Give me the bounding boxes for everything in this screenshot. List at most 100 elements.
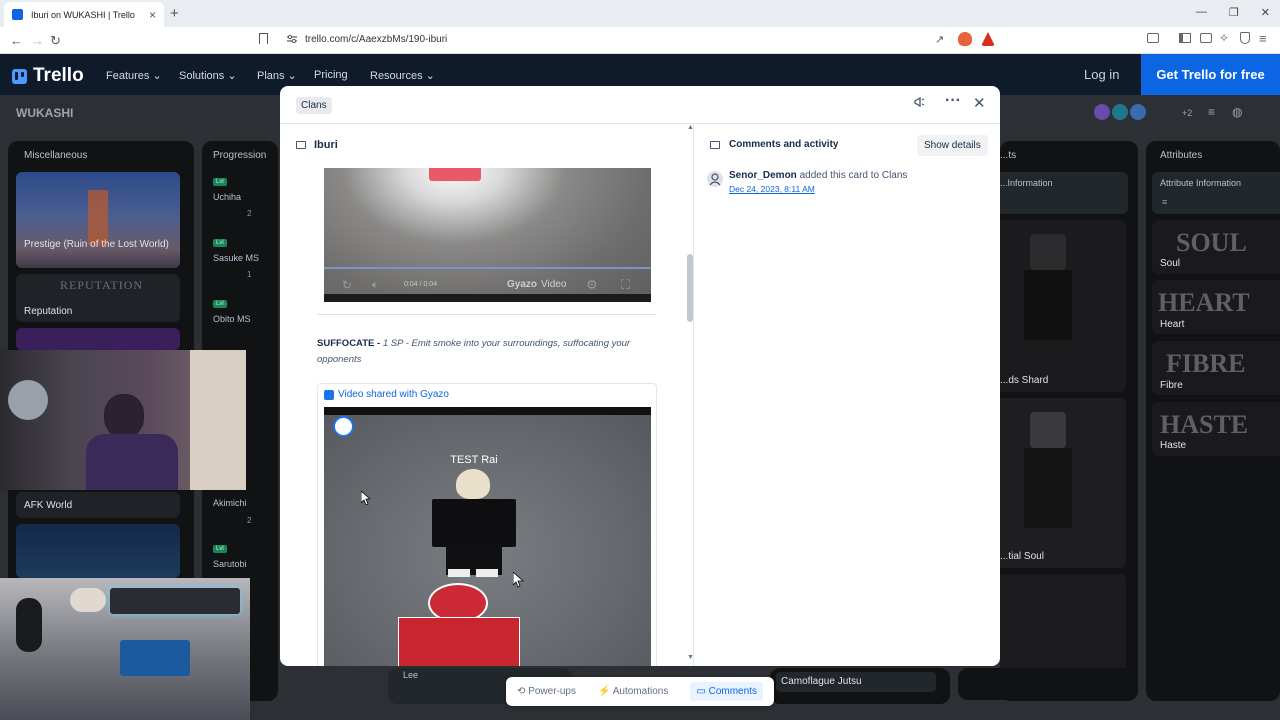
browser-tab-bar [0, 0, 1280, 27]
list-title[interactable]: Miscellaneous [24, 150, 87, 161]
minimize-icon[interactable]: — [1196, 6, 1207, 19]
card-title-bar [280, 124, 692, 166]
close-tab-icon[interactable]: × [149, 8, 156, 22]
avatar [1094, 104, 1110, 120]
fibre-art-text: FIBRE [1166, 349, 1246, 378]
nav-solutions[interactable]: Solutions ⌄ [179, 69, 237, 82]
card-title: ...ds Shard [1000, 375, 1049, 386]
list-name-button[interactable]: Clans [296, 97, 332, 114]
trello-logo[interactable]: Trello [12, 65, 84, 87]
activity-user[interactable]: Senor_Demon [729, 170, 797, 181]
member-avatars[interactable] [1094, 104, 1146, 120]
card-image[interactable] [16, 524, 180, 578]
login-link[interactable]: Log in [1084, 67, 1119, 82]
gyazo-link[interactable]: Video shared with Gyazo [324, 389, 449, 400]
wallet-icon[interactable] [1200, 33, 1212, 43]
automations-button[interactable]: ⚡ Automations [598, 686, 668, 697]
show-details-button[interactable]: Show details [917, 135, 988, 156]
replay-icon[interactable]: ↻ [342, 278, 352, 292]
more-actions-icon[interactable]: ··· [945, 92, 961, 110]
card-title[interactable]: Sasuke MS [213, 253, 259, 263]
volume-icon[interactable]: 🔈︎ [372, 279, 379, 292]
nav-plans[interactable]: Plans ⌄ [257, 69, 297, 82]
attachment-count: 1 [247, 270, 252, 279]
card-title[interactable]: Akimichi [213, 498, 247, 508]
close-window-icon[interactable]: ✕ [1261, 6, 1270, 19]
board-title[interactable]: WUKASHI [16, 106, 73, 120]
comments-button[interactable]: ▭ Comments [690, 682, 763, 701]
list-title[interactable]: Attributes [1160, 150, 1202, 161]
card-title: Heart [1160, 319, 1185, 330]
vpn-icon[interactable] [1240, 32, 1250, 44]
card-title: AFK World [24, 500, 73, 511]
gyazo-brand: Gyazo [507, 279, 538, 290]
gyazo-link-text: Video shared with Gyazo [338, 389, 449, 400]
card-bottom-toolbar: ⟲ Power-ups ⚡ Automations ▭ Comments [506, 677, 774, 706]
forward-icon[interactable]: → [31, 33, 44, 48]
comments-heading: Comments and activity [729, 139, 839, 150]
mouse-cursor-icon [361, 491, 370, 505]
nav-features[interactable]: Features ⌄ [106, 69, 162, 82]
modal-header [280, 86, 1000, 124]
trello-logo-icon [12, 68, 27, 84]
list-title[interactable]: ...ts [1000, 150, 1016, 161]
site-settings-icon[interactable] [286, 34, 298, 44]
video-player-2[interactable]: TEST Rai [324, 407, 651, 666]
activity-date-link[interactable]: Dec 24, 2023, 8:11 AM [729, 184, 815, 194]
list-title[interactable]: Progression [213, 150, 266, 161]
panel-icon[interactable] [1179, 33, 1191, 43]
card-icon [296, 141, 306, 149]
nav-pricing[interactable]: Pricing [314, 69, 348, 81]
card-title: Reputation [24, 306, 73, 317]
ability-separator: - [374, 338, 383, 349]
gyazo-play-icon[interactable] [333, 416, 354, 437]
gyazo-icon [324, 389, 334, 400]
url-field[interactable]: trello.com/c/AaexzbMs/190-iburi [305, 34, 447, 45]
card-image[interactable] [16, 328, 180, 350]
trello-logo-text: Trello [33, 65, 84, 86]
card-prestige[interactable] [16, 172, 180, 268]
column-divider [693, 124, 694, 666]
back-icon[interactable]: ← [10, 33, 23, 48]
powerups-button[interactable]: ⟲ Power-ups [517, 686, 576, 697]
video-player-1[interactable]: ↻ 🔈︎ 0:04 / 0:04 Gyazo Video ⚙ ⛶ [324, 168, 651, 302]
browser-tab[interactable]: Iburi on WUKASHI | Trello × [4, 2, 164, 27]
leo-ai-icon[interactable]: ✧ [1219, 31, 1229, 45]
haste-art-text: HASTE [1160, 410, 1249, 439]
settings-icon[interactable]: ⚙ [586, 277, 598, 293]
gyazo-brand-video: Video [541, 279, 567, 290]
card-title: ...Information [1000, 178, 1053, 188]
filter-icon[interactable]: ≡ [1208, 105, 1215, 119]
megaphone-icon[interactable] [913, 96, 925, 111]
restore-icon[interactable]: ❐ [1229, 6, 1239, 19]
new-tab-button[interactable]: + [170, 5, 179, 22]
members-more-count: +2 [1182, 108, 1193, 118]
reload-icon[interactable]: ↻ [50, 33, 61, 49]
get-trello-free-button[interactable]: Get Trello for free [1141, 54, 1280, 95]
card-title[interactable]: Iburi [314, 139, 338, 151]
user-avatar-icon[interactable] [707, 171, 723, 187]
card-image[interactable] [1000, 220, 1126, 392]
video-progress-bar[interactable] [324, 267, 651, 269]
nav-resources[interactable]: Resources ⌄ [370, 69, 435, 82]
webcam-face-overlay [0, 350, 246, 490]
close-modal-icon[interactable]: ✕ [973, 94, 986, 112]
card-label: Lvl [213, 178, 227, 186]
card-label: Lvl [213, 239, 227, 247]
visibility-icon[interactable]: ◍ [1232, 105, 1242, 119]
share-icon[interactable]: ↗ [935, 33, 944, 46]
attachment-count: 2 [247, 209, 252, 218]
card-title[interactable]: Obito MS [213, 314, 251, 324]
mouse-cursor-icon [513, 572, 524, 588]
card-title[interactable]: Sarutobi [213, 559, 247, 569]
card-image[interactable] [1000, 398, 1126, 568]
attachment-count: 2 [247, 516, 252, 525]
fullscreen-icon[interactable]: ⛶ [621, 277, 630, 293]
menu-icon[interactable]: ≡ [1259, 31, 1267, 46]
sidebar-icon[interactable] [1147, 33, 1159, 43]
avatar [1130, 104, 1146, 120]
bookmark-icon[interactable] [259, 33, 268, 44]
brave-shield-icon[interactable] [958, 32, 972, 46]
card-title[interactable]: Uchiha [213, 192, 241, 202]
comments-icon [710, 141, 720, 149]
